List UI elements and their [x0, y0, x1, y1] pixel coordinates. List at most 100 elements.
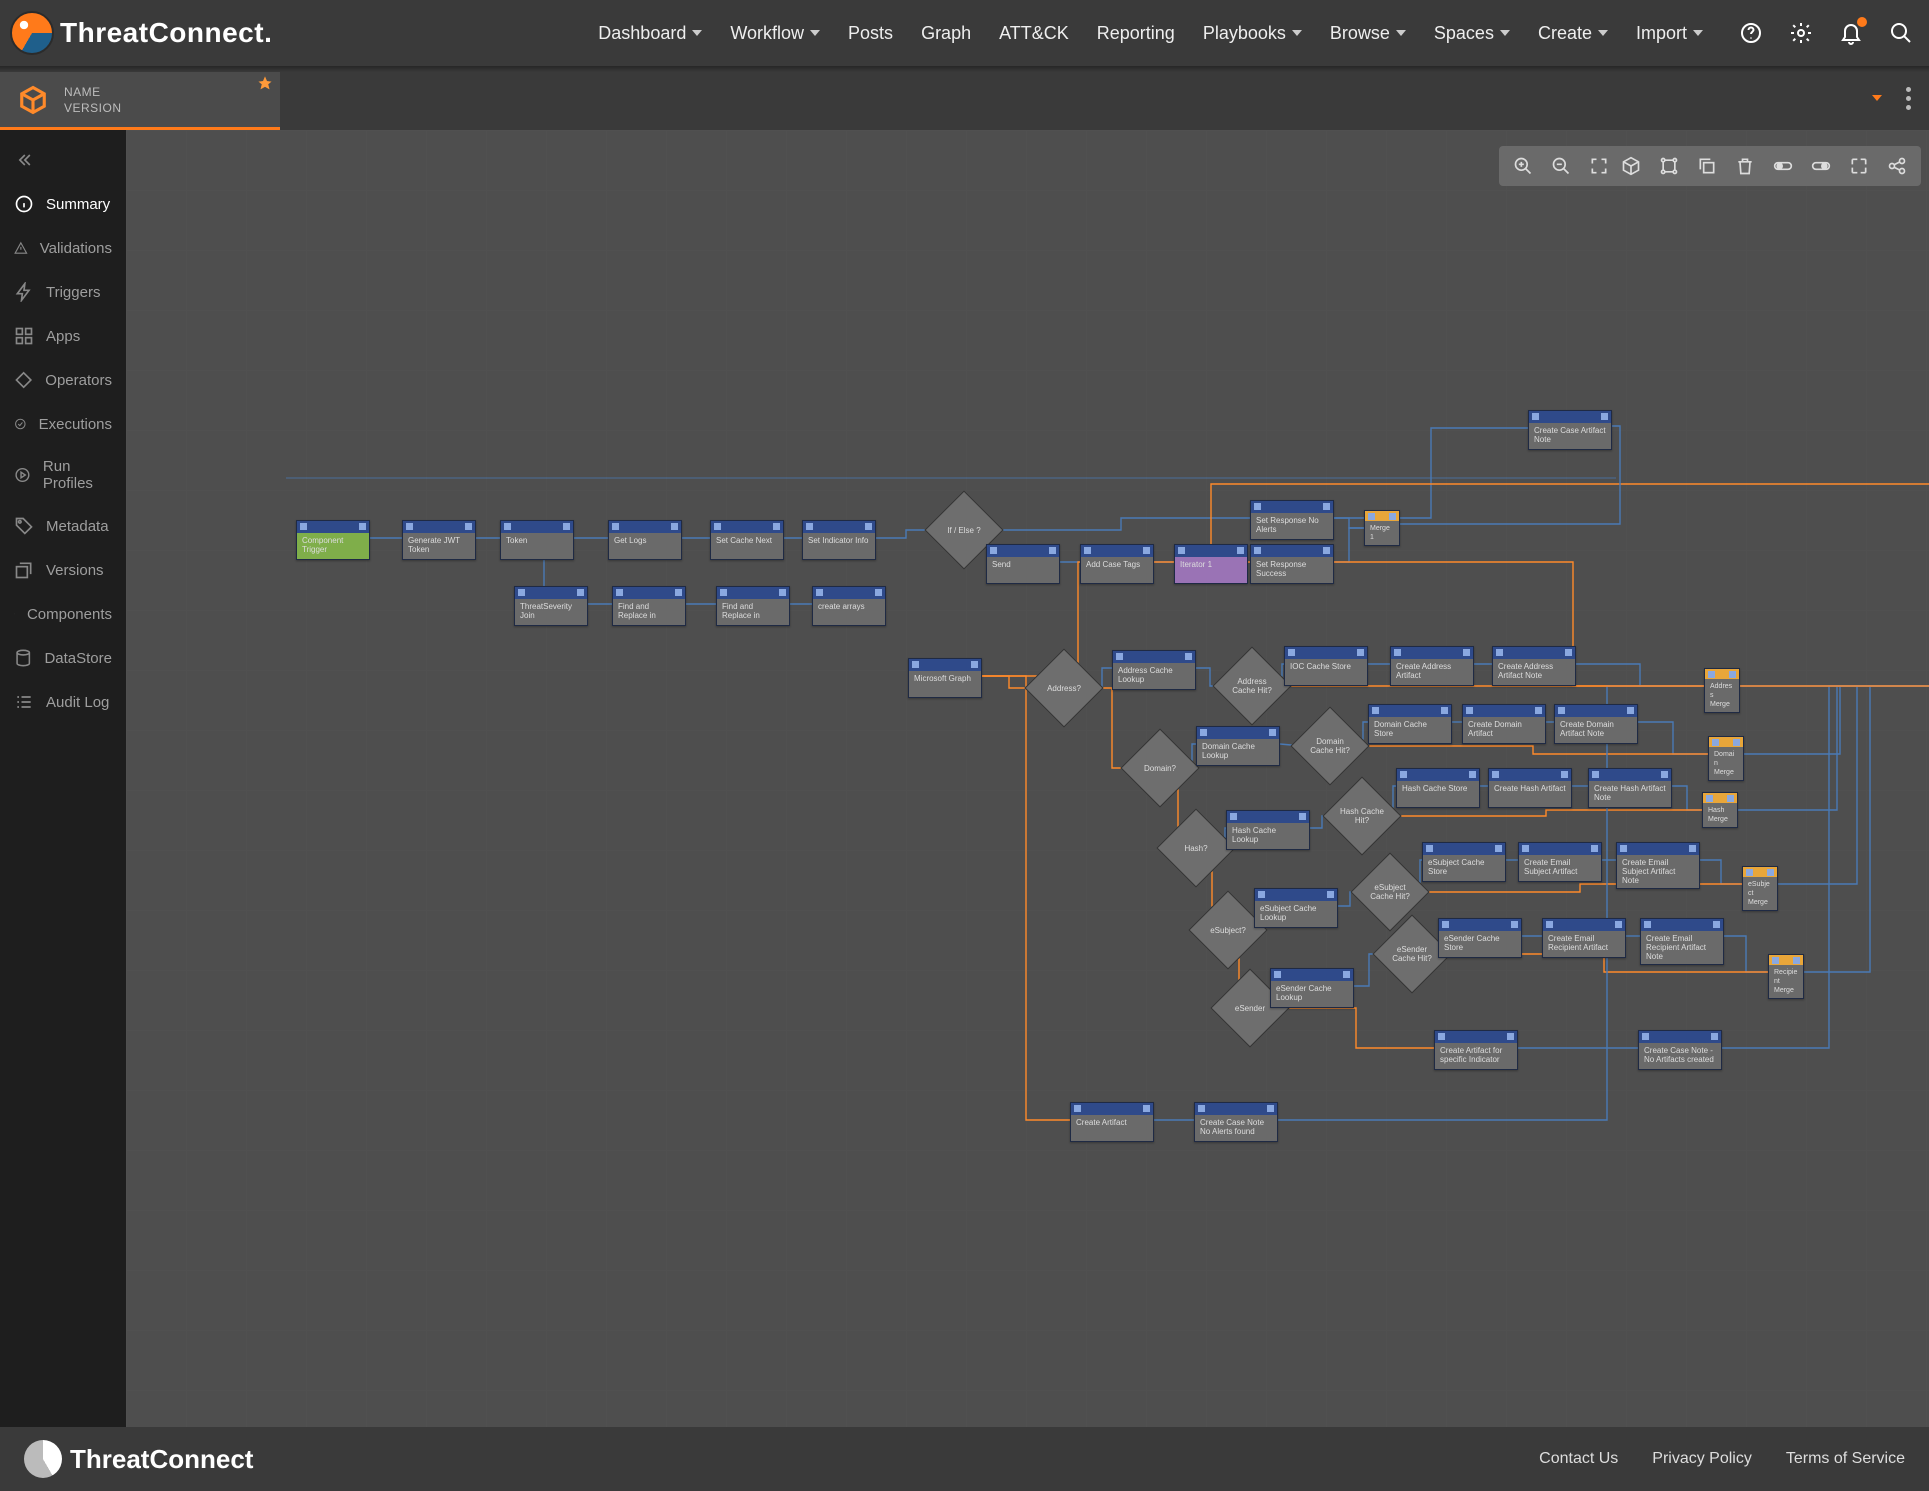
sidebar-item-components[interactable]: Components — [0, 592, 126, 636]
footer-logo[interactable]: ThreatConnect — [24, 1440, 253, 1478]
canvas-node[interactable]: Create Hash Artifact — [1488, 768, 1572, 808]
sidebar-item-audit-log[interactable]: Audit Log — [0, 680, 126, 724]
canvas-node[interactable]: eSubject Cache Lookup — [1254, 888, 1338, 928]
canvas-node[interactable]: eSubject Merge — [1742, 866, 1778, 911]
canvas-node[interactable]: Microsoft Graph — [908, 658, 982, 698]
canvas-node[interactable]: Domain Cache Store — [1368, 704, 1452, 744]
canvas-node[interactable]: Create Email Recipient Artifact Note — [1640, 918, 1724, 965]
help-icon[interactable] — [1737, 19, 1765, 47]
sidebar-item-datastore[interactable]: DataStore — [0, 636, 126, 680]
toggle-a-button[interactable] — [1765, 150, 1801, 182]
canvas-node[interactable]: Add Case Tags — [1080, 544, 1154, 584]
sidebar-item-validations[interactable]: Validations — [0, 226, 126, 270]
canvas-node[interactable]: Send — [986, 544, 1060, 584]
canvas-node[interactable]: eSubject Cache Store — [1422, 842, 1506, 882]
canvas-node[interactable]: Recipient Merge — [1768, 954, 1804, 999]
canvas-node[interactable]: Set Indicator Info — [802, 520, 876, 560]
chevron-down-icon[interactable] — [1872, 95, 1882, 101]
canvas-node[interactable]: Address Cache Lookup — [1112, 650, 1196, 690]
node-label: Get Logs — [609, 533, 681, 559]
canvas-node[interactable]: Get Logs — [608, 520, 682, 560]
nav-item-reporting[interactable]: Reporting — [1097, 23, 1175, 44]
nav-item-import[interactable]: Import — [1636, 23, 1703, 44]
nav-item-spaces[interactable]: Spaces — [1434, 23, 1510, 44]
canvas-node[interactable]: Merge 1 — [1364, 510, 1400, 546]
notifications-icon[interactable] — [1837, 19, 1865, 47]
canvas-node[interactable]: Create Email Recipient Artifact — [1542, 918, 1626, 958]
sidebar-item-operators[interactable]: Operators — [0, 358, 126, 402]
canvas-node[interactable]: Domain Cache Lookup — [1196, 726, 1280, 766]
trash-button[interactable] — [1727, 150, 1763, 182]
canvas-node[interactable]: Create Email Subject Artifact Note — [1616, 842, 1700, 889]
brand-logo[interactable]: ThreatConnect — [10, 11, 272, 55]
canvas-node[interactable]: Component Trigger — [296, 520, 370, 560]
canvas[interactable]: Component Trigger Generate JWT Token Token… — [126, 130, 1929, 1427]
canvas-node[interactable]: IOC Cache Store — [1284, 646, 1368, 686]
copy-button[interactable] — [1689, 150, 1725, 182]
canvas-node[interactable]: Set Cache Next — [710, 520, 784, 560]
canvas-node[interactable]: Create Domain Artifact Note — [1554, 704, 1638, 744]
toggle-b-button[interactable] — [1803, 150, 1839, 182]
sidebar-item-executions[interactable]: Executions — [0, 402, 126, 446]
sidebar-item-metadata[interactable]: Metadata — [0, 504, 126, 548]
canvas-node[interactable]: ThreatSeverity Join — [514, 586, 588, 626]
zoom-in-button[interactable] — [1505, 150, 1541, 182]
canvas-node[interactable]: eSender Cache Store — [1438, 918, 1522, 958]
canvas-node[interactable]: eSender Cache Lookup — [1270, 968, 1354, 1008]
canvas-node[interactable]: Find and Replace in — [716, 586, 790, 626]
canvas-node[interactable]: Create Address Artifact — [1390, 646, 1474, 686]
nav-item-posts[interactable]: Posts — [848, 23, 893, 44]
canvas-node[interactable]: Create Case Note - No Artifacts created — [1638, 1030, 1722, 1070]
nav-item-create[interactable]: Create — [1538, 23, 1608, 44]
canvas-node[interactable]: Token — [500, 520, 574, 560]
nav-item-browse[interactable]: Browse — [1330, 23, 1406, 44]
canvas-node[interactable]: Hash Cache Lookup — [1226, 810, 1310, 850]
canvas-node[interactable]: Generate JWT Token — [402, 520, 476, 560]
diamond-icon — [14, 370, 33, 390]
canvas-node[interactable]: Set Response No Alerts — [1250, 500, 1334, 540]
canvas-node[interactable]: Create Hash Artifact Note — [1588, 768, 1672, 808]
canvas-node[interactable]: Hash Merge — [1702, 792, 1738, 828]
link-button[interactable] — [1879, 150, 1915, 182]
list-icon — [14, 692, 34, 712]
canvas-node[interactable]: Create Case Note No Alerts found — [1194, 1102, 1278, 1142]
footer-link-privacy-policy[interactable]: Privacy Policy — [1652, 1450, 1752, 1468]
canvas-node[interactable]: create arrays — [812, 586, 886, 626]
sidebar-item-run-profiles[interactable]: Run Profiles — [0, 446, 126, 504]
search-icon[interactable] — [1887, 19, 1915, 47]
canvas-node[interactable]: Create Domain Artifact — [1462, 704, 1546, 744]
playbook-tab[interactable]: NAME VERSION — [0, 72, 280, 130]
footer-link-contact-us[interactable]: Contact Us — [1539, 1450, 1618, 1468]
canvas-node[interactable]: Hash Cache Store — [1396, 768, 1480, 808]
zoom-out-button[interactable] — [1543, 150, 1579, 182]
pin-icon[interactable] — [258, 76, 272, 90]
canvas-node[interactable]: Create Email Subject Artifact — [1518, 842, 1602, 882]
canvas-node[interactable]: Iterator 1 — [1174, 544, 1248, 584]
cube-button[interactable] — [1613, 150, 1649, 182]
canvas-node[interactable]: Create Artifact for specific Indicator — [1434, 1030, 1518, 1070]
nav-item-att-ck[interactable]: ATT&CK — [999, 23, 1069, 44]
canvas-node[interactable]: Create Case Artifact Note — [1528, 410, 1612, 450]
canvas-node[interactable]: Find and Replace in — [612, 586, 686, 626]
canvas-node[interactable]: Address Merge — [1704, 668, 1740, 713]
sidebar-item-versions[interactable]: Versions — [0, 548, 126, 592]
settings-icon[interactable] — [1787, 19, 1815, 47]
sidebar-item-apps[interactable]: Apps — [0, 314, 126, 358]
chevron-down-icon — [1500, 30, 1510, 36]
canvas-node[interactable]: Set Response Success — [1250, 544, 1334, 584]
footer-link-terms-of-service[interactable]: Terms of Service — [1786, 1450, 1905, 1468]
expand-button[interactable] — [1841, 150, 1877, 182]
canvas-node[interactable]: Domain Merge — [1708, 736, 1744, 781]
nav-item-workflow[interactable]: Workflow — [730, 23, 820, 44]
sidebar-collapse-button[interactable] — [0, 144, 126, 176]
canvas-node[interactable]: Create Artifact — [1070, 1102, 1154, 1142]
arrange-button[interactable] — [1651, 150, 1687, 182]
canvas-node[interactable]: Create Address Artifact Note — [1492, 646, 1576, 686]
nav-item-graph[interactable]: Graph — [921, 23, 971, 44]
node-label: Create Email Recipient Artifact — [1543, 931, 1625, 957]
kebab-menu-icon[interactable] — [1906, 87, 1911, 110]
nav-item-dashboard[interactable]: Dashboard — [598, 23, 702, 44]
sidebar-item-triggers[interactable]: Triggers — [0, 270, 126, 314]
nav-item-playbooks[interactable]: Playbooks — [1203, 23, 1302, 44]
sidebar-item-summary[interactable]: Summary — [0, 182, 126, 226]
